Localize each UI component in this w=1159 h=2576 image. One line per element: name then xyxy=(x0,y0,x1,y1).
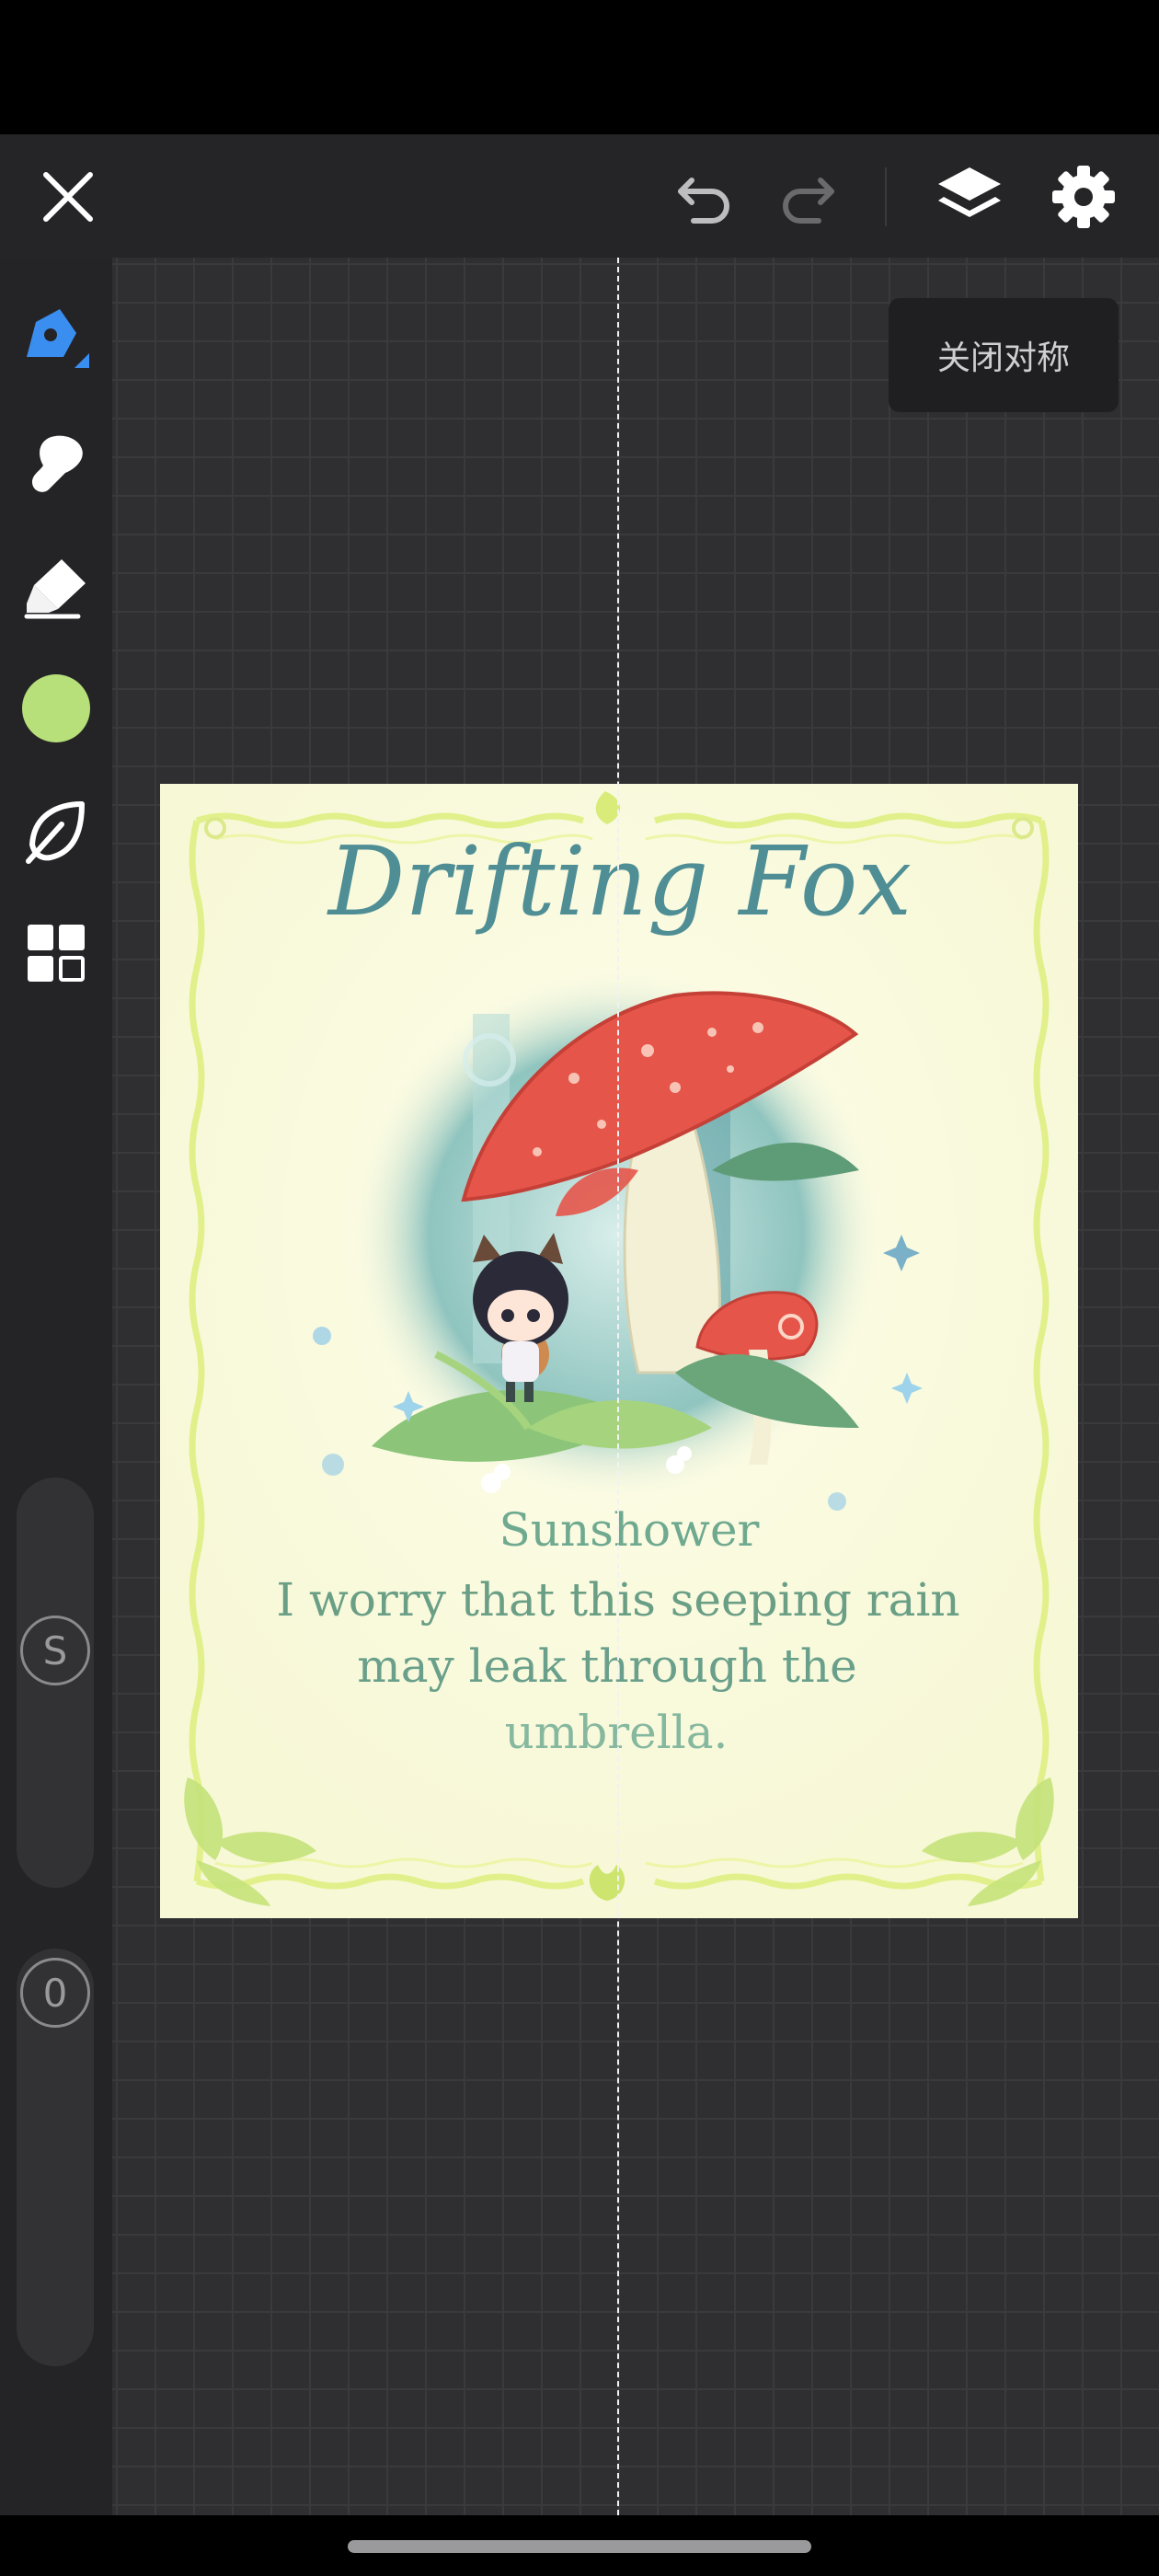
brush-size-label: S xyxy=(42,1627,68,1673)
leaf-icon xyxy=(26,801,85,864)
close-icon xyxy=(43,172,93,222)
layers-button[interactable] xyxy=(925,153,1014,241)
pen-icon xyxy=(27,309,89,368)
brush-size-knob[interactable]: S xyxy=(20,1616,90,1685)
drawing-canvas[interactable]: Drifting Fox Sunshower I worry that this… xyxy=(160,784,1078,1918)
color-picker[interactable] xyxy=(14,666,98,751)
symmetry-guide-line[interactable] xyxy=(617,258,619,2515)
poem-line-2: may leak through the xyxy=(357,1639,856,1693)
smudge-icon xyxy=(32,435,83,492)
close-button[interactable] xyxy=(24,153,112,241)
toolbar-divider xyxy=(885,167,887,226)
undo-icon xyxy=(678,178,729,224)
redo-icon xyxy=(783,178,834,224)
eraser-tool[interactable] xyxy=(14,545,98,629)
undo-button[interactable] xyxy=(660,153,749,241)
grid-icon xyxy=(28,925,85,982)
eraser-icon xyxy=(24,559,86,619)
status-bar xyxy=(0,0,1159,134)
color-swatch xyxy=(22,674,90,742)
settings-button[interactable] xyxy=(1039,153,1128,241)
brush-library-tool[interactable] xyxy=(14,789,98,874)
layers-icon xyxy=(938,167,1001,217)
opacity-knob[interactable]: 0 xyxy=(20,1958,90,2028)
artwork: Drifting Fox Sunshower I worry that this… xyxy=(160,784,1078,1918)
poem-line-3: umbrella. xyxy=(505,1706,729,1759)
redo-button[interactable] xyxy=(763,153,852,241)
symmetry-tooltip-label: 关闭对称 xyxy=(936,339,1070,377)
opacity-label: 0 xyxy=(42,1970,68,2016)
home-indicator[interactable] xyxy=(348,2540,811,2553)
pen-tool[interactable] xyxy=(14,296,98,381)
gear-icon xyxy=(1052,166,1115,228)
smudge-tool[interactable] xyxy=(14,421,98,506)
gallery-tool[interactable] xyxy=(14,911,98,995)
symmetry-off-button[interactable]: 关闭对称 xyxy=(889,298,1119,412)
artwork-subtitle: Sunshower xyxy=(499,1503,760,1557)
artwork-title: Drifting Fox xyxy=(327,825,912,937)
